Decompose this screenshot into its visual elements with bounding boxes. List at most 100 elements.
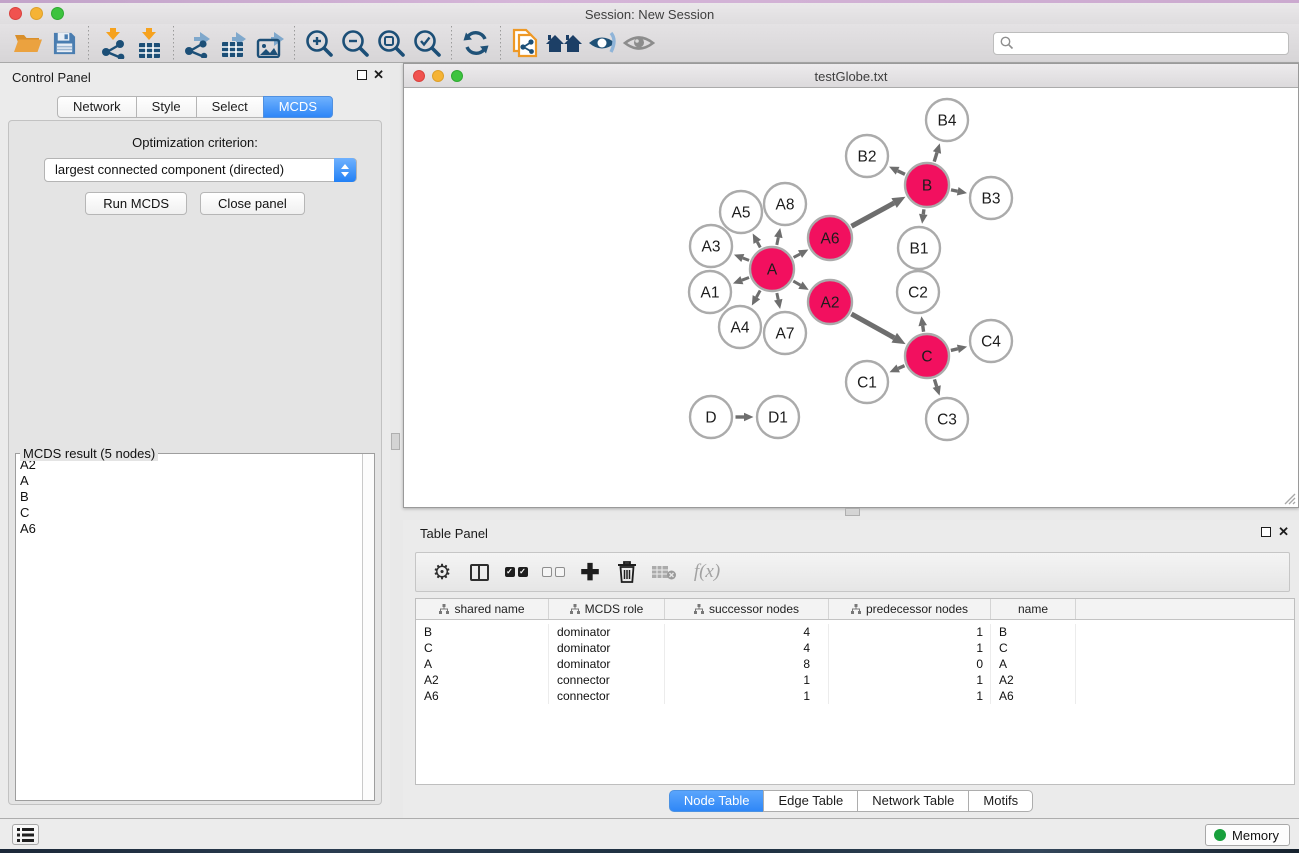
table-cell[interactable]: A2 xyxy=(416,672,549,688)
close-panel-icon[interactable]: ✕ xyxy=(373,70,384,80)
delete-table-button[interactable] xyxy=(650,557,678,587)
table-cell[interactable]: 1 xyxy=(829,688,991,704)
graph-edge-A-A2[interactable] xyxy=(793,281,800,285)
table-cell[interactable]: B xyxy=(991,624,1076,640)
zoom-out-button[interactable] xyxy=(337,26,373,60)
unselect-all-columns-button[interactable] xyxy=(539,557,567,587)
table-cell[interactable]: A xyxy=(991,656,1076,672)
graph-edge-C-C2[interactable] xyxy=(923,326,924,332)
graph-edge-A-A6[interactable] xyxy=(794,254,800,257)
table-cell[interactable]: dominator xyxy=(549,640,665,656)
column-header-shared-name[interactable]: shared name xyxy=(416,599,549,619)
float-panel-icon[interactable] xyxy=(357,70,367,80)
graph-edge-C-C1[interactable] xyxy=(898,366,904,369)
graph-edge-A6-B[interactable] xyxy=(852,203,895,226)
close-table-panel-icon[interactable]: ✕ xyxy=(1278,527,1289,537)
mcds-result-list[interactable]: A2ABCA6 xyxy=(16,454,374,800)
table-row[interactable]: Adominator80A xyxy=(416,656,1294,672)
mcds-result-item[interactable]: B xyxy=(20,489,374,505)
graph-edge-A2-C[interactable] xyxy=(851,314,894,338)
graph-edge-A-A8[interactable] xyxy=(777,237,779,245)
hide-graphics-button[interactable] xyxy=(585,26,621,60)
graph-edge-A-A7[interactable] xyxy=(777,293,778,300)
graph-edge-B-B4[interactable] xyxy=(934,152,937,161)
network-window-titlebar[interactable]: testGlobe.txt xyxy=(404,64,1298,88)
export-image-button[interactable] xyxy=(252,26,288,60)
graph-edge-A-A5[interactable] xyxy=(757,242,760,248)
mcds-result-item[interactable]: C xyxy=(20,505,374,521)
import-network-button[interactable] xyxy=(95,26,131,60)
graph-edge-B-B1[interactable] xyxy=(923,209,924,214)
tab-network-table[interactable]: Network Table xyxy=(857,790,969,812)
table-cell[interactable]: C xyxy=(991,640,1076,656)
tab-node-table[interactable]: Node Table xyxy=(669,790,765,812)
table-cell[interactable]: 1 xyxy=(665,688,829,704)
save-session-button[interactable] xyxy=(46,26,82,60)
vertical-split-handle[interactable] xyxy=(391,433,400,450)
table-cell[interactable]: connector xyxy=(549,672,665,688)
create-column-button[interactable]: ✚ xyxy=(576,557,604,587)
table-cell[interactable]: A6 xyxy=(991,688,1076,704)
graph-edge-A-A4[interactable] xyxy=(756,290,760,297)
table-cell[interactable]: 1 xyxy=(665,672,829,688)
tab-network[interactable]: Network xyxy=(57,96,137,118)
show-graphics-button[interactable] xyxy=(621,26,657,60)
table-cell[interactable]: A6 xyxy=(416,688,549,704)
network-canvas[interactable]: AA1A2A3A4A5A6A7A8BB1B2B3B4CC1C2C3C4DD1 xyxy=(404,88,1298,507)
graph-edge-C-C3[interactable] xyxy=(934,379,936,386)
criterion-dropdown[interactable]: largest connected component (directed) xyxy=(44,158,357,182)
zoom-fit-button[interactable] xyxy=(373,26,409,60)
table-cell[interactable]: 8 xyxy=(665,656,829,672)
delete-column-button[interactable] xyxy=(613,557,641,587)
table-row[interactable]: A6connector11A6 xyxy=(416,688,1294,704)
graph-edge-A-A1[interactable] xyxy=(742,278,749,281)
function-builder-button[interactable]: f(x) xyxy=(687,557,727,587)
table-cell[interactable]: 0 xyxy=(829,656,991,672)
export-table-button[interactable] xyxy=(216,26,252,60)
mcds-result-item[interactable]: A6 xyxy=(20,521,374,537)
resize-grip-icon[interactable] xyxy=(1283,492,1296,505)
memory-button[interactable]: Memory xyxy=(1205,824,1290,846)
table-cell[interactable]: 1 xyxy=(829,640,991,656)
table-cell[interactable]: B xyxy=(416,624,549,640)
search-input[interactable] xyxy=(993,32,1289,55)
column-header-successor-nodes[interactable]: successor nodes xyxy=(665,599,829,619)
table-row[interactable]: Bdominator41B xyxy=(416,624,1294,640)
table-cell[interactable]: 1 xyxy=(829,672,991,688)
run-mcds-button[interactable]: Run MCDS xyxy=(85,192,187,215)
float-table-panel-icon[interactable] xyxy=(1261,527,1271,537)
horizontal-split-handle[interactable] xyxy=(845,508,860,516)
table-cell[interactable]: A xyxy=(416,656,549,672)
tab-mcds[interactable]: MCDS xyxy=(263,96,333,118)
close-panel-button[interactable]: Close panel xyxy=(200,192,305,215)
mcds-result-item[interactable]: A xyxy=(20,473,374,489)
graph-edge-B-B2[interactable] xyxy=(898,171,905,175)
graph-edge-B-B3[interactable] xyxy=(951,190,958,191)
column-header-predecessor-nodes[interactable]: predecessor nodes xyxy=(829,599,991,619)
titlebar[interactable]: Session: New Session xyxy=(0,3,1299,24)
table-cell[interactable]: 4 xyxy=(665,640,829,656)
table-cell[interactable]: 4 xyxy=(665,624,829,640)
table-row[interactable]: A2connector11A2 xyxy=(416,672,1294,688)
task-history-button[interactable] xyxy=(12,824,39,845)
import-table-button[interactable] xyxy=(131,26,167,60)
show-columns-button[interactable] xyxy=(465,557,493,587)
select-all-columns-button[interactable]: ✓✓ xyxy=(502,557,530,587)
export-network-button[interactable] xyxy=(180,26,216,60)
table-cell[interactable]: dominator xyxy=(549,656,665,672)
mcds-result-scrollbar[interactable] xyxy=(362,454,374,800)
home-layout-button[interactable] xyxy=(543,26,585,60)
tab-style[interactable]: Style xyxy=(136,96,197,118)
graph-edge-C-C4[interactable] xyxy=(951,349,958,351)
clone-network-button[interactable] xyxy=(507,26,543,60)
column-header-name[interactable]: name xyxy=(991,599,1076,619)
table-settings-button[interactable]: ⚙ xyxy=(428,557,456,587)
graph-edge-A-A3[interactable] xyxy=(743,258,749,260)
table-cell[interactable]: A2 xyxy=(991,672,1076,688)
table-cell[interactable]: dominator xyxy=(549,624,665,640)
tab-edge-table[interactable]: Edge Table xyxy=(763,790,858,812)
table-cell[interactable]: connector xyxy=(549,688,665,704)
zoom-selected-button[interactable] xyxy=(409,26,445,60)
table-cell[interactable]: C xyxy=(416,640,549,656)
open-session-button[interactable] xyxy=(10,26,46,60)
